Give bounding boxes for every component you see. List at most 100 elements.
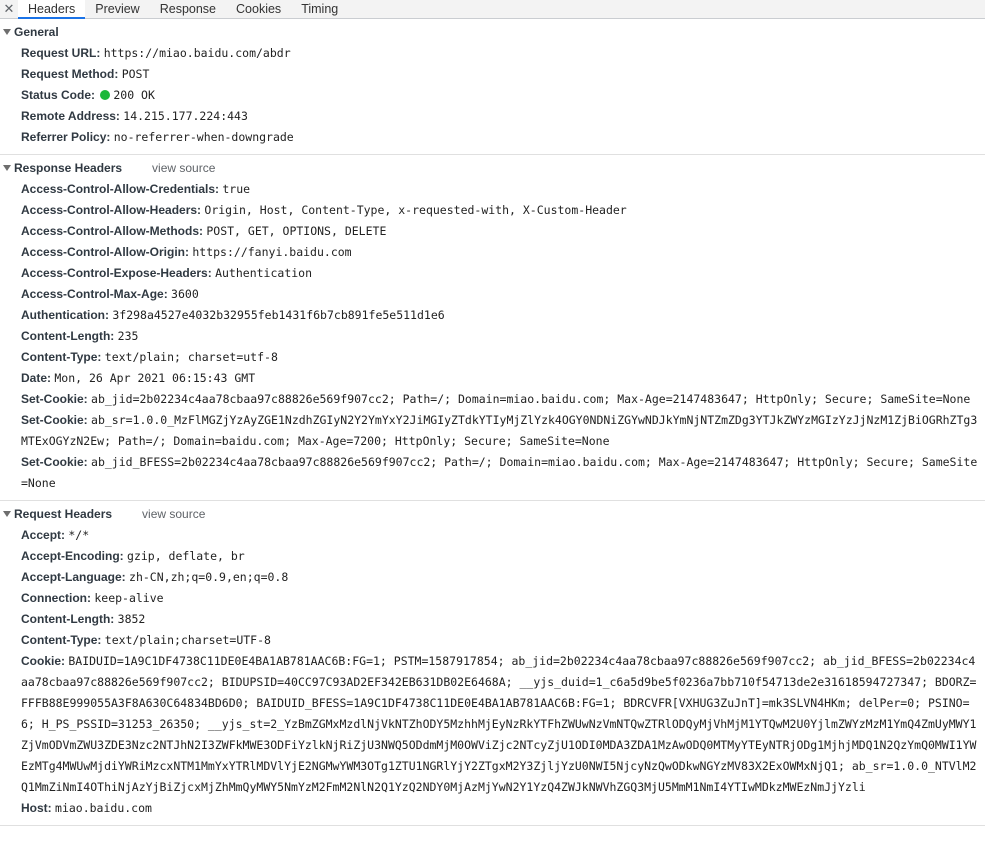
header-value: https://fanyi.baidu.com bbox=[192, 245, 352, 259]
tab-headers[interactable]: Headers bbox=[18, 0, 86, 19]
header-key: Set-Cookie: bbox=[21, 455, 88, 469]
header-row: Authentication: 3f298a4527e4032b32955feb… bbox=[0, 305, 985, 326]
header-row: Set-Cookie: ab_sr=1.0.0_MzFlMGZjYzAyZGE1… bbox=[0, 410, 985, 452]
header-key: Content-Type: bbox=[21, 350, 102, 364]
section-title: General bbox=[14, 25, 59, 39]
response-header-rows: Access-Control-Allow-Credentials: true Ac… bbox=[0, 179, 985, 494]
triangle-down-icon bbox=[3, 29, 11, 35]
request-headers-section: Request Headers view source Accept: */* A… bbox=[0, 501, 985, 826]
header-key: Remote Address: bbox=[21, 109, 120, 123]
header-row: Content-Type: text/plain; charset=utf-8 bbox=[0, 347, 985, 368]
header-key: Connection: bbox=[21, 591, 91, 605]
header-row: Set-Cookie: ab_jid_BFESS=2b02234c4aa78cb… bbox=[0, 452, 985, 494]
view-source-link[interactable]: view source bbox=[142, 507, 205, 521]
header-row: Content-Length: 3852 bbox=[0, 609, 985, 630]
response-headers-section: Response Headers view source Access-Cont… bbox=[0, 155, 985, 501]
header-value: */* bbox=[68, 528, 90, 542]
header-key: Referrer Policy: bbox=[21, 130, 111, 144]
header-key: Host: bbox=[21, 801, 52, 815]
status-ok-icon bbox=[100, 90, 111, 100]
header-value: 200 OK bbox=[113, 88, 155, 102]
header-value: ab_jid=2b02234c4aa78cbaa97c88826e569f907… bbox=[91, 392, 971, 406]
header-value: Authentication bbox=[215, 266, 313, 280]
header-key: Access-Control-Allow-Origin: bbox=[21, 245, 190, 259]
header-row: Accept: */* bbox=[0, 525, 985, 546]
header-key: Request Method: bbox=[21, 67, 119, 81]
general-section-header[interactable]: General bbox=[0, 21, 985, 43]
header-value: text/plain; charset=utf-8 bbox=[104, 350, 278, 364]
header-row: Cookie: BAIDUID=1A9C1DF4738C11DE0E4BA1AB… bbox=[0, 651, 985, 798]
general-section: General Request URL: https://miao.baidu.… bbox=[0, 19, 985, 155]
tab-preview[interactable]: Preview bbox=[85, 0, 149, 18]
header-value: Mon, 26 Apr 2021 06:15:43 GMT bbox=[54, 371, 256, 385]
header-value: POST bbox=[121, 67, 150, 81]
header-value: 3600 bbox=[171, 287, 199, 301]
tab-response[interactable]: Response bbox=[150, 0, 226, 18]
header-row: Content-Length: 235 bbox=[0, 326, 985, 347]
header-key: Cookie: bbox=[21, 654, 66, 668]
header-key: Access-Control-Max-Age: bbox=[21, 287, 168, 301]
header-key: Access-Control-Allow-Methods: bbox=[21, 224, 204, 238]
header-key: Access-Control-Allow-Headers: bbox=[21, 203, 202, 217]
header-row: Access-Control-Expose-Headers: Authentic… bbox=[0, 263, 985, 284]
header-row: Host: miao.baidu.com bbox=[0, 798, 985, 819]
header-key: Authentication: bbox=[21, 308, 109, 322]
response-headers-section-header[interactable]: Response Headers view source bbox=[0, 157, 985, 179]
header-key: Content-Type: bbox=[21, 633, 102, 647]
header-value: ab_jid_BFESS=2b02234c4aa78cbaa97c88826e5… bbox=[21, 455, 978, 490]
request-headers-section-header[interactable]: Request Headers view source bbox=[0, 503, 985, 525]
header-value: zh-CN,zh;q=0.9,en;q=0.8 bbox=[129, 570, 289, 584]
header-value: https://miao.baidu.com/abdr bbox=[103, 46, 291, 60]
header-row: Referrer Policy: no-referrer-when-downgr… bbox=[0, 127, 985, 148]
section-title: Response Headers bbox=[14, 161, 123, 175]
header-row: Accept-Encoding: gzip, deflate, br bbox=[0, 546, 985, 567]
devtools-tab-bar: ✕ Headers Preview Response Cookies Timin… bbox=[0, 0, 985, 19]
header-key: Accept-Encoding: bbox=[21, 549, 124, 563]
header-value: text/plain;charset=UTF-8 bbox=[104, 633, 271, 647]
header-value: 3f298a4527e4032b32955feb1431f6b7cb891fe5… bbox=[112, 308, 445, 322]
header-row: Access-Control-Allow-Headers: Origin, Ho… bbox=[0, 200, 985, 221]
header-row: Connection: keep-alive bbox=[0, 588, 985, 609]
header-value: BAIDUID=1A9C1DF4738C11DE0E4BA1AB781AAC6B… bbox=[21, 654, 977, 794]
header-value: true bbox=[222, 182, 251, 196]
header-key: Set-Cookie: bbox=[21, 413, 88, 427]
header-row: Accept-Language: zh-CN,zh;q=0.9,en;q=0.8 bbox=[0, 567, 985, 588]
header-row: Access-Control-Max-Age: 3600 bbox=[0, 284, 985, 305]
triangle-down-icon bbox=[3, 511, 11, 517]
header-value: Origin, Host, Content-Type, x-requested-… bbox=[204, 203, 627, 217]
header-row: Access-Control-Allow-Methods: POST, GET,… bbox=[0, 221, 985, 242]
header-value: 235 bbox=[117, 329, 139, 343]
tab-timing[interactable]: Timing bbox=[291, 0, 348, 18]
header-value: POST, GET, OPTIONS, DELETE bbox=[206, 224, 387, 238]
header-key: Content-Length: bbox=[21, 612, 115, 626]
view-source-link[interactable]: view source bbox=[152, 161, 215, 175]
header-row: Remote Address: 14.215.177.224:443 bbox=[0, 106, 985, 127]
header-key: Access-Control-Allow-Credentials: bbox=[21, 182, 220, 196]
request-header-rows: Accept: */* Accept-Encoding: gzip, deflat… bbox=[0, 525, 985, 819]
header-key: Accept: bbox=[21, 528, 66, 542]
tab-cookies[interactable]: Cookies bbox=[226, 0, 291, 18]
header-key: Content-Length: bbox=[21, 329, 115, 343]
general-rows: Request URL: https://miao.baidu.com/abdr… bbox=[0, 43, 985, 148]
section-title: Request Headers bbox=[14, 507, 113, 521]
triangle-down-icon bbox=[3, 165, 11, 171]
header-value: keep-alive bbox=[94, 591, 164, 605]
header-value: ab_sr=1.0.0_MzFlMGZjYzAyZGE1NzdhZGIyN2Y2… bbox=[21, 413, 978, 448]
header-value: miao.baidu.com bbox=[55, 801, 152, 815]
header-row: Content-Type: text/plain;charset=UTF-8 bbox=[0, 630, 985, 651]
header-value: 14.215.177.224:443 bbox=[123, 109, 248, 123]
header-key: Date: bbox=[21, 371, 52, 385]
header-row: Request URL: https://miao.baidu.com/abdr bbox=[0, 43, 985, 64]
header-key: Accept-Language: bbox=[21, 570, 126, 584]
header-key: Status Code: bbox=[21, 88, 96, 102]
header-value: no-referrer-when-downgrade bbox=[113, 130, 294, 144]
header-row: Request Method: POST bbox=[0, 64, 985, 85]
close-icon[interactable]: ✕ bbox=[0, 0, 18, 18]
header-row: Date: Mon, 26 Apr 2021 06:15:43 GMT bbox=[0, 368, 985, 389]
header-row: Access-Control-Allow-Origin: https://fan… bbox=[0, 242, 985, 263]
header-key: Set-Cookie: bbox=[21, 392, 88, 406]
header-value: 3852 bbox=[117, 612, 146, 626]
header-key: Request URL: bbox=[21, 46, 101, 60]
header-row: Status Code: 200 OK bbox=[0, 85, 985, 106]
header-key: Access-Control-Expose-Headers: bbox=[21, 266, 212, 280]
